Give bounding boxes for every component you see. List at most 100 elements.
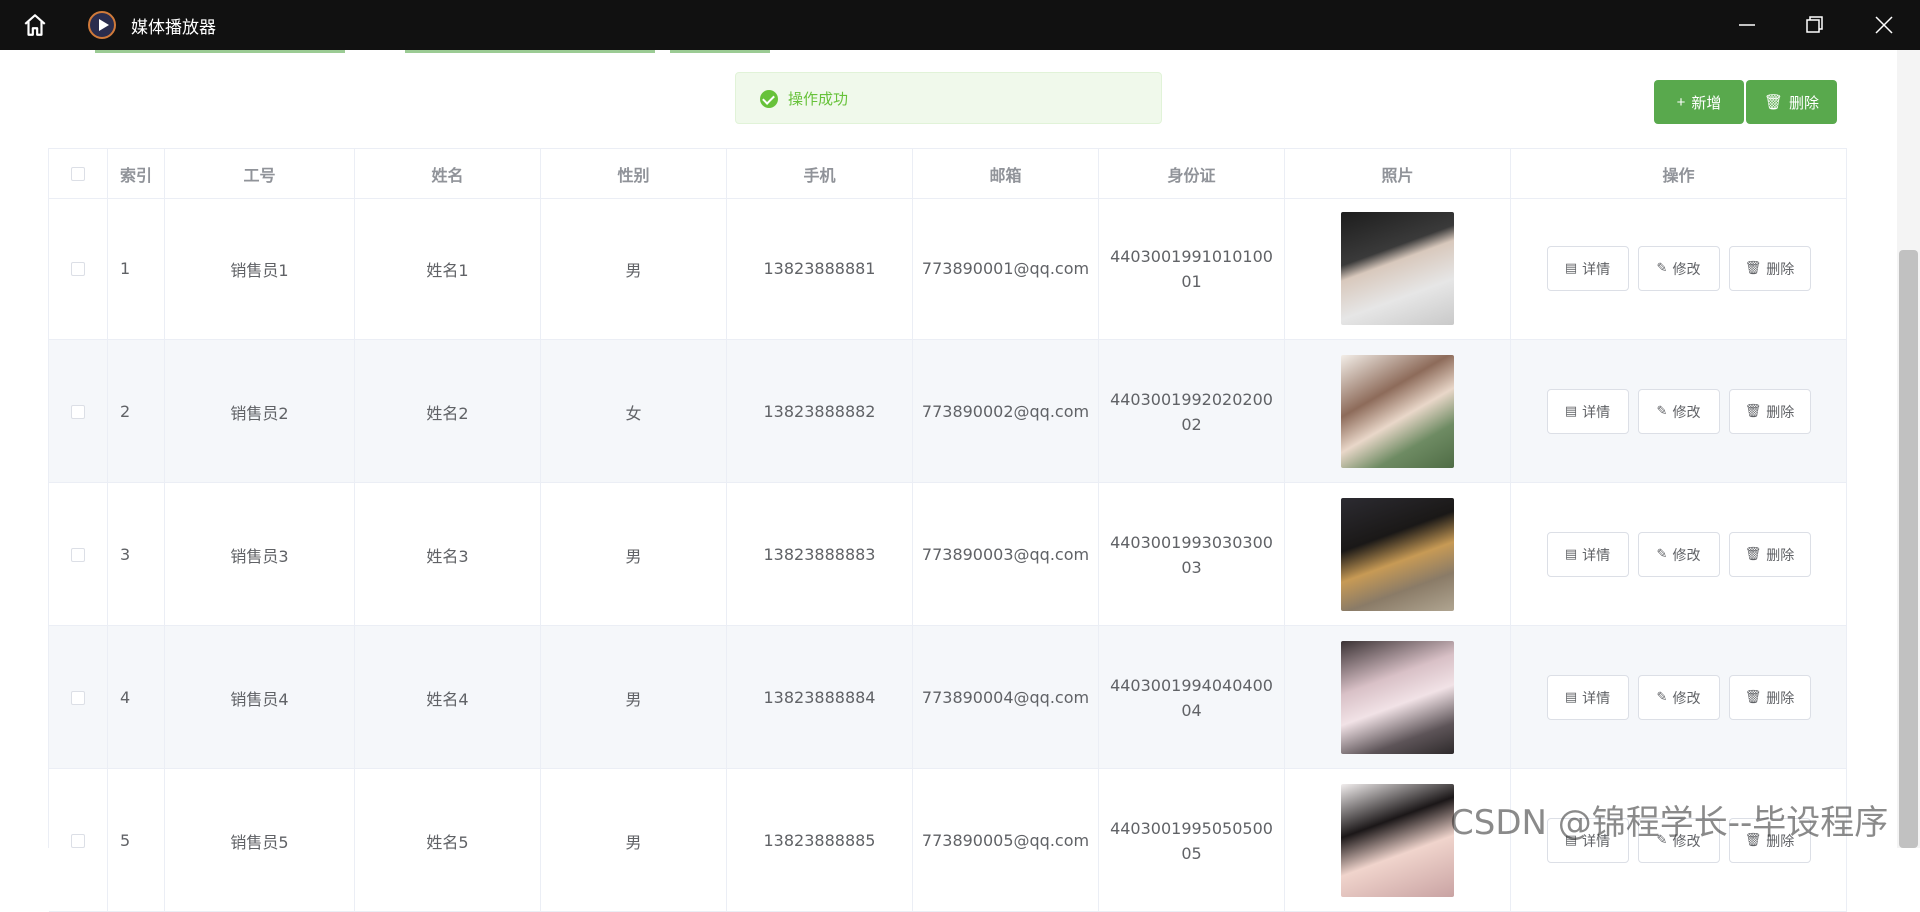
cell-select	[49, 483, 108, 626]
trash-icon: 🗑	[1744, 547, 1762, 562]
cell-name: 姓名3	[355, 483, 541, 626]
cell-email: 773890001@qq.com	[913, 197, 1099, 340]
delete-button-label: 删除	[1766, 404, 1795, 421]
cell-name: 姓名5	[355, 769, 541, 912]
cell-phone: 13823888881	[727, 197, 913, 340]
document-icon: ▤	[1564, 261, 1578, 276]
header-email: 邮箱	[913, 149, 1099, 198]
edit-button[interactable]: ✎ 修改	[1637, 675, 1720, 720]
header-select-all	[49, 149, 108, 198]
row-checkbox[interactable]	[71, 833, 85, 848]
detail-button[interactable]: ▤ 详情	[1546, 246, 1629, 291]
cell-phone: 13823888884	[727, 626, 913, 769]
cell-id-card: 440300199505050005	[1099, 769, 1285, 912]
cell-gender: 男	[541, 769, 727, 912]
row-actions: ▤ 详情 ✎ 修改 🗑 删除	[1546, 389, 1811, 434]
restore-icon[interactable]	[1801, 12, 1827, 38]
trash-icon: 🗑	[1744, 690, 1762, 705]
cell-id-card: 440300199303030003	[1099, 483, 1285, 626]
cell-select	[49, 626, 108, 769]
delete-button[interactable]: 🗑 删除	[1728, 675, 1811, 720]
row-actions: ▤ 详情 ✎ 修改 🗑 删除	[1546, 532, 1811, 577]
cell-email: 773890005@qq.com	[913, 769, 1099, 912]
staff-photo[interactable]	[1341, 212, 1454, 325]
document-icon: ▤	[1564, 690, 1578, 705]
cell-photo	[1285, 483, 1511, 626]
add-button[interactable]: + 新增	[1654, 80, 1744, 124]
cell-photo	[1285, 340, 1511, 483]
delete-button-label: 删除	[1766, 547, 1795, 564]
table-row: 1 销售员1 姓名1 男 13823888881 773890001@qq.com 4403…	[49, 197, 1847, 340]
header-job-no: 工号	[165, 149, 355, 198]
row-actions: ▤ 详情 ✎ 修改 🗑 删除	[1546, 675, 1811, 720]
header-phone: 手机	[727, 149, 913, 198]
table-row: 4 销售员4 姓名4 男 13823888884 773890004@qq.com 4403…	[49, 626, 1847, 769]
scrollbar-thumb[interactable]	[1899, 250, 1918, 848]
cell-name: 姓名2	[355, 340, 541, 483]
delete-button[interactable]: 🗑 删除	[1728, 389, 1811, 434]
cell-select	[49, 769, 108, 912]
cell-actions: ▤ 详情 ✎ 修改 🗑 删除	[1511, 197, 1847, 340]
edit-button-label: 修改	[1672, 690, 1701, 707]
cell-job-no: 销售员4	[165, 626, 355, 769]
cell-job-no: 销售员1	[165, 197, 355, 340]
tab-indicator	[670, 50, 770, 53]
delete-button[interactable]: 🗑 删除	[1728, 246, 1811, 291]
row-checkbox[interactable]	[71, 404, 85, 419]
staff-photo[interactable]	[1341, 355, 1454, 468]
detail-button-label: 详情	[1582, 261, 1611, 278]
row-checkbox[interactable]	[71, 547, 85, 562]
table-row: 2 销售员2 姓名2 女 13823888882 773890002@qq.com 4403…	[49, 340, 1847, 483]
cell-phone: 13823888883	[727, 483, 913, 626]
detail-button[interactable]: ▤ 详情	[1546, 532, 1629, 577]
trash-icon: 🗑	[1744, 261, 1762, 276]
document-icon: ▤	[1564, 547, 1578, 562]
top-tab-strip	[25, 50, 1918, 56]
minimize-icon[interactable]	[1734, 12, 1760, 38]
header-photo: 照片	[1285, 149, 1511, 198]
row-actions: ▤ 详情 ✎ 修改 🗑 删除	[1546, 246, 1811, 291]
edit-button[interactable]: ✎ 修改	[1637, 532, 1720, 577]
edit-button[interactable]: ✎ 修改	[1637, 246, 1720, 291]
close-icon[interactable]	[1871, 12, 1897, 38]
document-icon: ▤	[1564, 404, 1578, 419]
header-gender: 性别	[541, 149, 727, 198]
cell-photo	[1285, 197, 1511, 340]
staff-table: 索引 工号 姓名 性别 手机 邮箱 身份证 照片 操作 1 销售员1 姓名1 男 138…	[48, 148, 1847, 912]
row-checkbox[interactable]	[71, 261, 85, 276]
row-checkbox[interactable]	[71, 690, 85, 705]
cell-id-card: 440300199404040004	[1099, 626, 1285, 769]
csdn-watermark: CSDN @锦程学长--毕设程序	[1450, 803, 1889, 843]
detail-button-label: 详情	[1582, 547, 1611, 564]
cell-gender: 男	[541, 197, 727, 340]
delete-button[interactable]: 🗑 删除	[1728, 532, 1811, 577]
batch-delete-button[interactable]: 🗑 删除	[1746, 80, 1837, 124]
cell-id-card: 440300199101010001	[1099, 197, 1285, 340]
detail-button[interactable]: ▤ 详情	[1546, 675, 1629, 720]
edit-button-label: 修改	[1672, 547, 1701, 564]
cell-name: 姓名4	[355, 626, 541, 769]
cell-index: 3	[108, 483, 165, 626]
pencil-icon: ✎	[1656, 261, 1668, 276]
edit-button-label: 修改	[1672, 261, 1701, 278]
staff-photo[interactable]	[1341, 498, 1454, 611]
check-circle-icon	[760, 90, 778, 108]
delete-button-label: 删除	[1766, 261, 1795, 278]
cell-actions: ▤ 详情 ✎ 修改 🗑 删除	[1511, 626, 1847, 769]
cell-name: 姓名1	[355, 197, 541, 340]
cell-actions: ▤ 详情 ✎ 修改 🗑 删除	[1511, 483, 1847, 626]
cell-email: 773890002@qq.com	[913, 340, 1099, 483]
detail-button[interactable]: ▤ 详情	[1546, 389, 1629, 434]
cell-job-no: 销售员3	[165, 483, 355, 626]
edit-button[interactable]: ✎ 修改	[1637, 389, 1720, 434]
select-all-checkbox[interactable]	[71, 166, 85, 181]
staff-photo[interactable]	[1341, 641, 1454, 754]
cell-gender: 男	[541, 483, 727, 626]
home-icon[interactable]	[22, 12, 48, 38]
detail-button-label: 详情	[1582, 690, 1611, 707]
cell-job-no: 销售员2	[165, 340, 355, 483]
staff-photo[interactable]	[1341, 784, 1454, 897]
cell-actions: ▤ 详情 ✎ 修改 🗑 删除	[1511, 340, 1847, 483]
header-id-card: 身份证	[1099, 149, 1285, 198]
cell-select	[49, 340, 108, 483]
